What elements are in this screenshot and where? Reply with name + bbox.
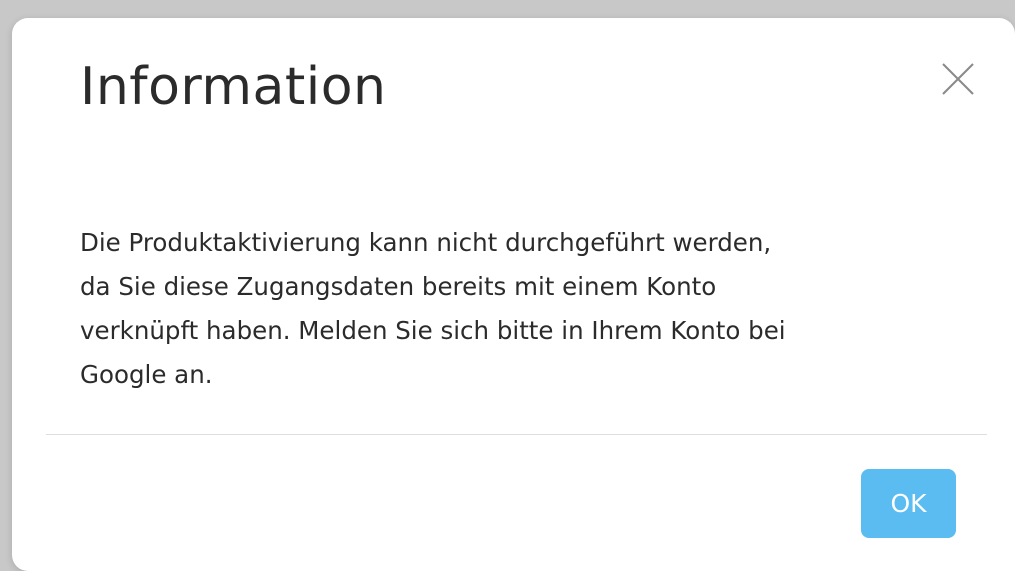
close-icon bbox=[942, 63, 974, 95]
dialog-message: Die Produktaktivierung kann nicht durchg… bbox=[80, 221, 960, 397]
close-button[interactable] bbox=[940, 61, 976, 97]
dialog-message-line: da Sie diese Zugangsdaten bereits mit ei… bbox=[80, 272, 717, 301]
dialog-message-line: Google an. bbox=[80, 360, 213, 389]
dialog-message-line: Die Produktaktivierung kann nicht durchg… bbox=[80, 228, 772, 257]
dialog-message-line: verknüpft haben. Melden Sie sich bitte i… bbox=[80, 316, 786, 345]
information-dialog: Information Die Produktaktivierung kann … bbox=[12, 18, 1015, 571]
footer-divider bbox=[46, 434, 987, 435]
dialog-title: Information bbox=[80, 57, 387, 117]
ok-button[interactable]: OK bbox=[861, 469, 956, 538]
